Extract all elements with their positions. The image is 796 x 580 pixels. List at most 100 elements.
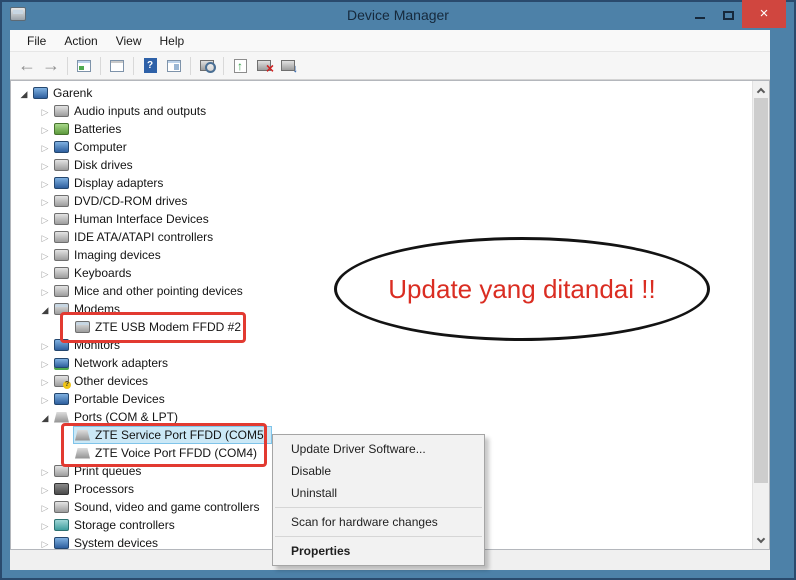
tree-item-other-devices[interactable]: Other devices (11, 372, 752, 390)
monitor-icon (54, 339, 69, 351)
context-menu-item-disable[interactable]: Disable (273, 460, 484, 482)
menu-view[interactable]: View (107, 30, 151, 52)
expander-icon[interactable] (37, 266, 53, 280)
close-button[interactable]: × (742, 0, 786, 28)
expander-icon[interactable] (37, 464, 53, 478)
context-menu-separator (275, 536, 482, 537)
action-pane-icon (167, 59, 181, 72)
dvd-icon (54, 195, 69, 207)
title-bar[interactable]: Device Manager × (0, 0, 796, 30)
expander-icon[interactable] (37, 374, 53, 388)
tree-item-garenk[interactable]: Garenk (11, 84, 752, 102)
toolbar-update-driver-button[interactable] (228, 54, 252, 78)
expander-icon[interactable] (37, 392, 53, 406)
toolbar-properties-button[interactable] (105, 54, 129, 78)
expander-icon[interactable] (37, 176, 53, 190)
expander-icon[interactable] (37, 410, 53, 424)
tree-item-dvd-drives[interactable]: DVD/CD-ROM drives (11, 192, 752, 210)
expander-icon[interactable] (37, 158, 53, 172)
portable-icon (54, 393, 69, 405)
toolbar-uninstall-button[interactable] (252, 54, 276, 78)
chevron-up-icon (756, 87, 766, 96)
expander-icon[interactable] (37, 122, 53, 136)
tree-item-hid[interactable]: Human Interface Devices (11, 210, 752, 228)
expander-icon[interactable] (37, 104, 53, 118)
expander-icon[interactable] (37, 140, 53, 154)
toolbar-forward-button[interactable] (39, 54, 63, 78)
toolbar-separator (190, 56, 191, 75)
context-menu: Update Driver Software... Disable Uninst… (272, 434, 485, 566)
hid-icon (54, 213, 69, 225)
tree-item-ide[interactable]: IDE ATA/ATAPI controllers (11, 228, 752, 246)
modem-icon (75, 321, 90, 333)
console-tree-icon (77, 59, 91, 72)
toolbar-separator (133, 56, 134, 75)
menu-help[interactable]: Help (151, 30, 194, 52)
tree-item-ports[interactable]: Ports (COM & LPT) (11, 408, 752, 426)
sound-icon (54, 501, 69, 513)
keyboard-icon (54, 267, 69, 279)
expander-icon[interactable] (37, 284, 53, 298)
toolbar-help-button[interactable] (138, 54, 162, 78)
expander-icon[interactable] (37, 536, 53, 549)
expander-icon[interactable] (37, 500, 53, 514)
toolbar-action-pane-button[interactable] (162, 54, 186, 78)
context-menu-item-scan[interactable]: Scan for hardware changes (273, 511, 484, 533)
device-manager-window: Device Manager × File Action View Help ←… (0, 0, 796, 580)
expander-icon[interactable] (37, 518, 53, 532)
audio-icon (54, 105, 69, 117)
tree-item-display-adapters[interactable]: Display adapters (11, 174, 752, 192)
ide-icon (54, 231, 69, 243)
expander-icon[interactable] (37, 212, 53, 226)
update-driver-icon (233, 58, 247, 73)
display-icon (54, 177, 69, 189)
toolbar-separator (223, 56, 224, 75)
tree-item-monitors[interactable]: Monitors (11, 336, 752, 354)
tree-item-imaging[interactable]: Imaging devices (11, 246, 752, 264)
close-icon: × (759, 5, 769, 22)
scroll-down-button[interactable] (753, 532, 769, 549)
tree-item-mice[interactable]: Mice and other pointing devices (11, 282, 752, 300)
scroll-up-button[interactable] (753, 81, 769, 98)
storage-icon (54, 519, 69, 531)
tree-item-batteries[interactable]: Batteries (11, 120, 752, 138)
toolbar-scan-hardware-button[interactable] (276, 54, 300, 78)
uninstall-icon (257, 60, 274, 76)
expander-icon[interactable] (37, 302, 53, 316)
computer-root-icon (33, 87, 48, 99)
tree-item-modems[interactable]: Modems (11, 300, 752, 318)
tree-item-audio[interactable]: Audio inputs and outputs (11, 102, 752, 120)
expander-icon[interactable] (37, 230, 53, 244)
context-menu-item-uninstall[interactable]: Uninstall (273, 482, 484, 504)
context-menu-item-properties[interactable]: Properties (273, 540, 484, 562)
toolbar-console-tree-button[interactable] (72, 54, 96, 78)
minimize-icon (695, 17, 705, 19)
tree-item-disk-drives[interactable]: Disk drives (11, 156, 752, 174)
chevron-down-icon (756, 534, 766, 544)
expander-icon[interactable] (37, 248, 53, 262)
minimize-button[interactable] (686, 0, 714, 30)
port-icon (75, 447, 90, 459)
expander-icon[interactable] (37, 194, 53, 208)
menu-bar: File Action View Help (10, 30, 770, 52)
expander-icon[interactable] (37, 482, 53, 496)
expander-icon[interactable] (37, 338, 53, 352)
scan-hardware-icon (281, 60, 298, 75)
expander-icon[interactable] (37, 356, 53, 370)
menu-action[interactable]: Action (55, 30, 106, 52)
tree-item-network[interactable]: Network adapters (11, 354, 752, 372)
toolbar-search-button[interactable] (195, 54, 219, 78)
tree-item-zte-usb-modem[interactable]: ZTE USB Modem FFDD #2 (11, 318, 752, 336)
toolbar-back-button[interactable] (15, 54, 39, 78)
tree-item-keyboards[interactable]: Keyboards (11, 264, 752, 282)
scrollbar-thumb[interactable] (754, 98, 768, 483)
context-menu-item-update-driver[interactable]: Update Driver Software... (273, 438, 484, 460)
tree-item-computer[interactable]: Computer (11, 138, 752, 156)
disk-icon (54, 159, 69, 171)
expander-icon[interactable] (16, 86, 32, 100)
vertical-scrollbar[interactable] (752, 81, 769, 549)
tree-item-portable[interactable]: Portable Devices (11, 390, 752, 408)
port-icon (75, 429, 90, 441)
menu-file[interactable]: File (18, 30, 55, 52)
maximize-button[interactable] (714, 0, 742, 30)
